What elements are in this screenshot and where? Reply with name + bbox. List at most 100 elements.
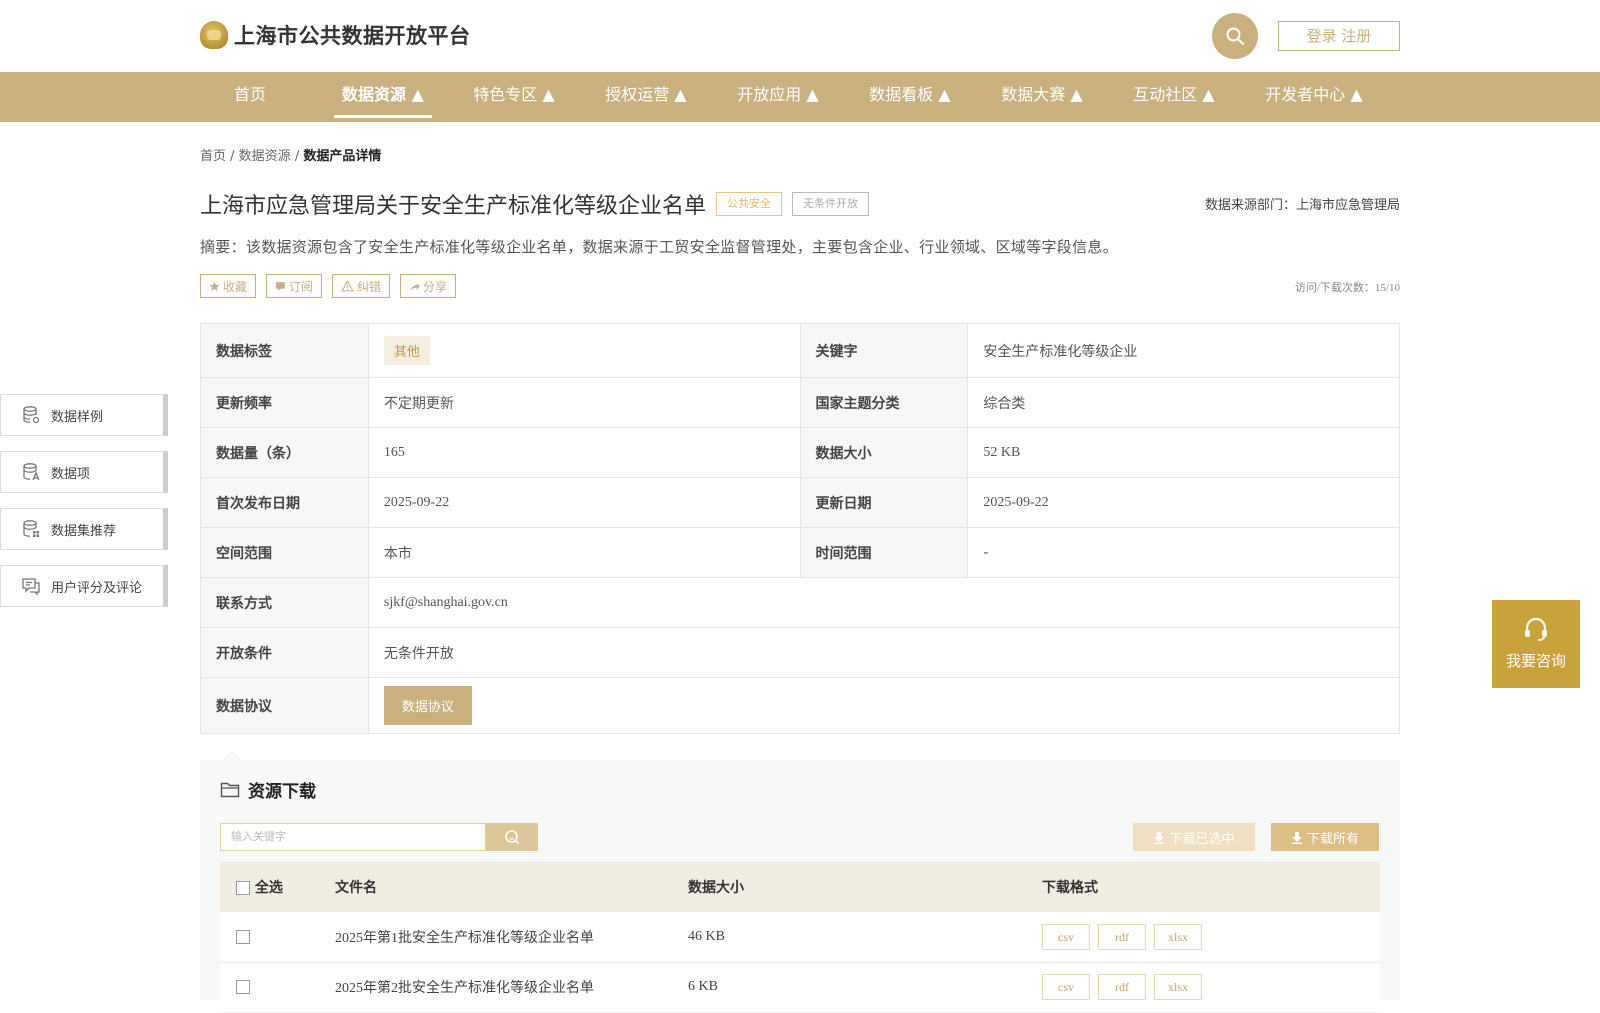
info-label: 联系方式 (200, 577, 369, 628)
sidebar-item-data-fields[interactable]: 数据项 (0, 451, 168, 493)
info-label: 开放条件 (200, 627, 369, 678)
dataset-info-table: 数据标签 其他 关键字 安全生产标准化等级企业 更新频率 不定期更新 国家主题分… (200, 323, 1401, 734)
info-value: 安全生产标准化等级企业 (967, 323, 1400, 378)
sidebar-item-dataset-recommend[interactable]: 数据集推荐 (0, 508, 168, 550)
format-xlsx-button[interactable]: xlsx (1154, 974, 1202, 1000)
file-name: 2025年第1批安全生产标准化等级企业名单 (335, 912, 688, 963)
source-department: 数据来源部门：上海市应急管理局 (1204, 198, 1400, 213)
logo-emblem-icon (200, 21, 228, 49)
file-table-header: 全选 文件名 数据大小 下载格式 (220, 862, 1380, 912)
row-checkbox[interactable] (236, 929, 250, 944)
download-all-button[interactable]: 下载所有 (1271, 823, 1379, 851)
action-bar: 收藏 订阅 纠错 分享 (200, 274, 457, 298)
info-label: 时间范围 (799, 527, 969, 578)
info-value: 综合类 (967, 377, 1400, 428)
warning-icon (341, 280, 354, 292)
nav-item-dashboard[interactable]: 数据看板 ▲ (860, 72, 960, 122)
info-value: - (967, 527, 1400, 578)
top-header: 上海市公共数据开放平台 登录 注册 (0, 0, 1600, 72)
table-row: 2025年第1批安全生产标准化等级企业名单 46 KB csv rdf xlsx (220, 912, 1380, 963)
share-button[interactable]: 分享 (400, 274, 457, 298)
global-search-button[interactable] (1212, 13, 1258, 59)
nav-item-authorized-ops[interactable]: 授权运营 ▲ (596, 72, 696, 122)
info-label: 更新频率 (200, 377, 369, 428)
info-label: 数据大小 (799, 427, 969, 478)
info-label: 更新日期 (799, 477, 969, 528)
star-icon (209, 281, 220, 291)
database-text-icon (23, 463, 40, 481)
breadcrumb-section[interactable]: 数据资源 (239, 149, 291, 164)
subscribe-button[interactable]: 订阅 (266, 274, 323, 298)
table-row: 2025年第2批安全生产标准化等级企业名单 6 KB csv rdf xlsx (220, 962, 1380, 1013)
select-all-checkbox[interactable] (236, 881, 250, 895)
info-value: 165 (367, 427, 801, 478)
info-label: 国家主题分类 (799, 377, 969, 428)
site-logo[interactable]: 上海市公共数据开放平台 (200, 20, 471, 50)
nav-item-developer[interactable]: 开发者中心 ▲ (1256, 72, 1372, 122)
info-label: 空间范围 (200, 527, 369, 578)
favorite-button[interactable]: 收藏 (200, 274, 257, 298)
info-label: 数据量（条） (200, 427, 369, 478)
category-tag: 公共安全 (716, 192, 783, 216)
keyword-search-button[interactable] (486, 823, 538, 851)
sidebar-item-ratings-comments[interactable]: 用户评分及评论 (0, 565, 168, 607)
visit-download-count: 访问/下载次数：15/10 (1294, 282, 1400, 294)
format-csv-button[interactable]: csv (1042, 974, 1090, 1000)
breadcrumb-home[interactable]: 首页 (200, 149, 226, 164)
format-rdf-button[interactable]: rdf (1098, 923, 1146, 950)
download-selected-button[interactable]: 下载已选中 (1133, 823, 1255, 851)
keyword-search-input[interactable]: 输入关键字 (220, 823, 486, 851)
file-size: 46 KB (688, 912, 1042, 963)
download-section-title: 资源下载 (220, 777, 316, 802)
nav-item-community[interactable]: 互动社区 ▲ (1124, 72, 1224, 122)
info-label: 数据协议 (200, 677, 369, 734)
search-icon (1226, 27, 1244, 45)
open-type-tag: 无条件开放 (792, 192, 870, 216)
nav-item-competition[interactable]: 数据大赛 ▲ (992, 72, 1092, 122)
login-register-button[interactable]: 登录 注册 (1278, 21, 1400, 51)
contact-email: sjkf@shanghai.gov.cn (367, 577, 1401, 628)
info-value: 无条件开放 (367, 627, 1401, 678)
panel-pointer (222, 750, 242, 760)
comment-icon (22, 578, 40, 596)
info-value: 本市 (367, 527, 801, 578)
column-size: 数据大小 (688, 862, 1042, 912)
format-csv-button[interactable]: csv (1042, 923, 1090, 950)
search-icon (505, 830, 520, 845)
info-label: 数据标签 (200, 323, 369, 378)
report-error-button[interactable]: 纠错 (332, 274, 391, 298)
nav-item-home[interactable]: 首页 (224, 72, 276, 122)
dataset-summary: 摘要：该数据资源包含了安全生产标准化等级企业名单，数据来源于工贸安全监督管理处，… (200, 238, 1119, 256)
site-title: 上海市公共数据开放平台 (234, 24, 471, 48)
consult-button[interactable]: 我要咨询 (1492, 600, 1580, 688)
column-filename: 文件名 (335, 862, 688, 912)
bookmark-icon (276, 281, 285, 291)
info-label: 首次发布日期 (200, 477, 369, 528)
info-value: 不定期更新 (367, 377, 801, 428)
headset-icon (1525, 617, 1547, 641)
file-size: 6 KB (688, 962, 1042, 1013)
column-format: 下载格式 (1042, 862, 1380, 912)
data-tag-pill[interactable]: 其他 (383, 336, 430, 365)
file-name: 2025年第2批安全生产标准化等级企业名单 (335, 962, 688, 1013)
nav-item-featured[interactable]: 特色专区 ▲ (464, 72, 564, 122)
info-label: 关键字 (799, 323, 969, 378)
nav-item-data-resources[interactable]: 数据资源 ▲ (334, 72, 432, 122)
breadcrumb-current: 数据产品详情 (303, 149, 382, 164)
info-value: 2025-09-22 (367, 477, 801, 528)
download-icon (1291, 831, 1302, 844)
format-rdf-button[interactable]: rdf (1098, 974, 1146, 1000)
info-value: 2025-09-22 (967, 477, 1400, 528)
data-protocol-button[interactable]: 数据协议 (383, 686, 472, 725)
info-value: 52 KB (967, 427, 1400, 478)
format-xlsx-button[interactable]: xlsx (1154, 923, 1202, 950)
row-checkbox[interactable] (236, 980, 250, 994)
download-icon (1154, 831, 1165, 844)
sidebar-item-data-sample[interactable]: 数据样例 (0, 394, 168, 436)
main-nav: 首页 数据资源 ▲ 特色专区 ▲ 授权运营 ▲ 开放应用 ▲ 数据看板 ▲ 数据… (0, 72, 1600, 122)
file-table: 全选 文件名 数据大小 下载格式 2025年第1批安全生产标准化等级企业名单 4… (220, 862, 1380, 1013)
share-icon (410, 282, 421, 291)
dataset-title-row: 上海市应急管理局关于安全生产标准化等级企业名单 公共安全 无条件开放 (200, 188, 870, 220)
breadcrumb: 首页 / 数据资源 / 数据产品详情 (200, 149, 382, 164)
nav-item-open-apps[interactable]: 开放应用 ▲ (728, 72, 828, 122)
